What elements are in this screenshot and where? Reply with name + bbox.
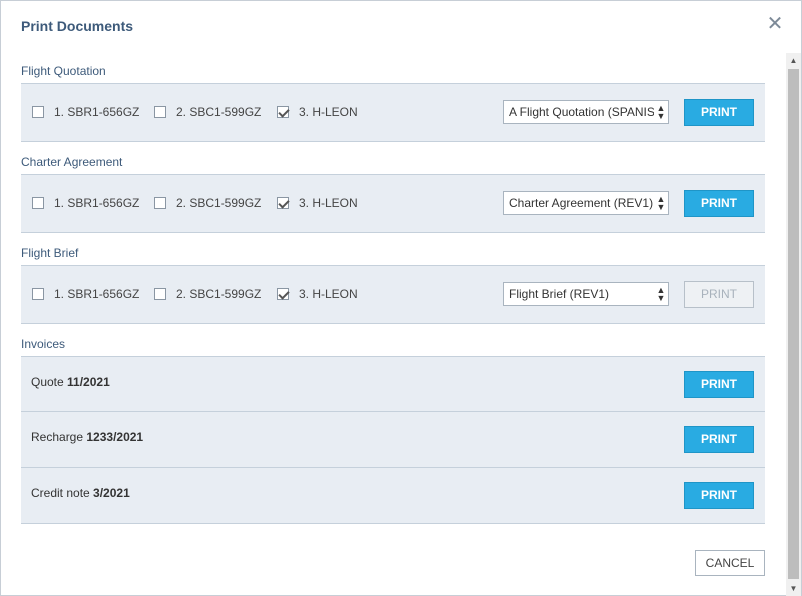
print-button[interactable]: PRINT (684, 190, 754, 217)
template-select[interactable]: Charter Agreement (REV1) ▲ ▼ (503, 191, 669, 215)
option-checkbox[interactable]: 3. H-LEON (277, 287, 358, 301)
checkbox-label: 1. SBR1-656GZ (54, 196, 140, 210)
close-icon[interactable]: ✕ (766, 14, 784, 34)
section-invoices: Invoices Quote 11/2021 PRINT Recharge 12… (21, 328, 765, 524)
template-select[interactable]: A Flight Quotation (SPANISH) ▲ ▼ (503, 100, 669, 124)
checkbox-label: 1. SBR1-656GZ (54, 287, 140, 301)
invoice-row: Quote 11/2021 PRINT (21, 356, 765, 412)
document-row: 1. SBR1-656GZ 2. SBC1-599GZ 3. H-LEON A … (21, 83, 765, 142)
checkbox[interactable] (32, 106, 44, 118)
option-checkbox[interactable]: 2. SBC1-599GZ (154, 287, 261, 301)
print-button-disabled: PRINT (684, 281, 754, 308)
print-button[interactable]: PRINT (684, 482, 754, 509)
print-button[interactable]: PRINT (684, 99, 754, 126)
checkbox-label: 2. SBC1-599GZ (176, 287, 262, 301)
checkbox-checked[interactable] (277, 106, 289, 118)
invoice-label: Credit note 3/2021 (31, 486, 130, 500)
invoice-label: Quote 11/2021 (31, 375, 110, 389)
checkbox-label: 3. H-LEON (299, 196, 358, 210)
option-checkbox[interactable]: 1. SBR1-656GZ (32, 196, 139, 210)
select-value: Flight Brief (REV1) (509, 287, 610, 301)
section-title: Flight Brief (21, 246, 79, 260)
checkbox[interactable] (154, 106, 166, 118)
checkbox[interactable] (32, 197, 44, 209)
option-checkbox[interactable]: 3. H-LEON (277, 196, 358, 210)
print-button[interactable]: PRINT (684, 371, 754, 398)
print-documents-dialog: Print Documents ✕ Flight Quotation 1. SB… (0, 0, 802, 596)
invoice-type: Quote (31, 375, 68, 389)
option-checkbox[interactable]: 2. SBC1-599GZ (154, 105, 261, 119)
scroll-down-arrow-icon[interactable]: ▼ (786, 581, 801, 596)
invoice-label: Recharge 1233/2021 (31, 430, 143, 444)
option-checkbox[interactable]: 1. SBR1-656GZ (32, 105, 139, 119)
cancel-button[interactable]: CANCEL (695, 550, 765, 576)
vertical-scrollbar[interactable]: ▲ ▼ (786, 53, 801, 596)
section-title: Invoices (21, 337, 66, 351)
invoice-number: 1233/2021 (86, 430, 144, 444)
option-checkbox[interactable]: 2. SBC1-599GZ (154, 196, 261, 210)
checkbox-label: 2. SBC1-599GZ (176, 196, 262, 210)
document-row: 1. SBR1-656GZ 2. SBC1-599GZ 3. H-LEON Fl… (21, 265, 765, 324)
checkbox-label: 3. H-LEON (299, 287, 358, 301)
invoice-number: 11/2021 (67, 375, 110, 389)
invoice-number: 3/2021 (93, 486, 130, 500)
checkbox-label: 2. SBC1-599GZ (176, 105, 262, 119)
checkbox[interactable] (154, 288, 166, 300)
section-flight-quotation: Flight Quotation 1. SBR1-656GZ 2. SBC1-5… (21, 55, 765, 142)
invoice-type: Recharge (31, 430, 87, 444)
scrollbar-thumb[interactable] (788, 69, 799, 579)
document-row: 1. SBR1-656GZ 2. SBC1-599GZ 3. H-LEON Ch… (21, 174, 765, 233)
checkbox-checked[interactable] (277, 288, 289, 300)
dialog-content: Flight Quotation 1. SBR1-656GZ 2. SBC1-5… (21, 55, 765, 524)
select-arrows-icon: ▲ ▼ (654, 192, 668, 214)
invoice-row: Recharge 1233/2021 PRINT (21, 412, 765, 468)
scroll-up-arrow-icon[interactable]: ▲ (786, 53, 801, 68)
select-value: A Flight Quotation (SPANISH) (509, 105, 668, 119)
section-title: Flight Quotation (21, 64, 106, 78)
section-title: Charter Agreement (21, 155, 123, 169)
checkbox[interactable] (154, 197, 166, 209)
section-flight-brief: Flight Brief 1. SBR1-656GZ 2. SBC1-599GZ… (21, 237, 765, 324)
select-arrows-icon: ▲ ▼ (654, 101, 668, 123)
option-checkbox[interactable]: 3. H-LEON (277, 105, 358, 119)
select-arrows-icon: ▲ ▼ (654, 283, 668, 305)
checkbox-label: 1. SBR1-656GZ (54, 105, 140, 119)
checkbox-checked[interactable] (277, 197, 289, 209)
option-checkbox[interactable]: 1. SBR1-656GZ (32, 287, 139, 301)
select-value: Charter Agreement (REV1) (509, 196, 654, 210)
invoice-type: Credit note (31, 486, 94, 500)
checkbox[interactable] (32, 288, 44, 300)
template-select[interactable]: Flight Brief (REV1) ▲ ▼ (503, 282, 669, 306)
print-button[interactable]: PRINT (684, 426, 754, 453)
invoice-row: Credit note 3/2021 PRINT (21, 468, 765, 524)
dialog-title: Print Documents (21, 18, 134, 34)
section-charter-agreement: Charter Agreement 1. SBR1-656GZ 2. SBC1-… (21, 146, 765, 233)
checkbox-label: 3. H-LEON (299, 105, 358, 119)
